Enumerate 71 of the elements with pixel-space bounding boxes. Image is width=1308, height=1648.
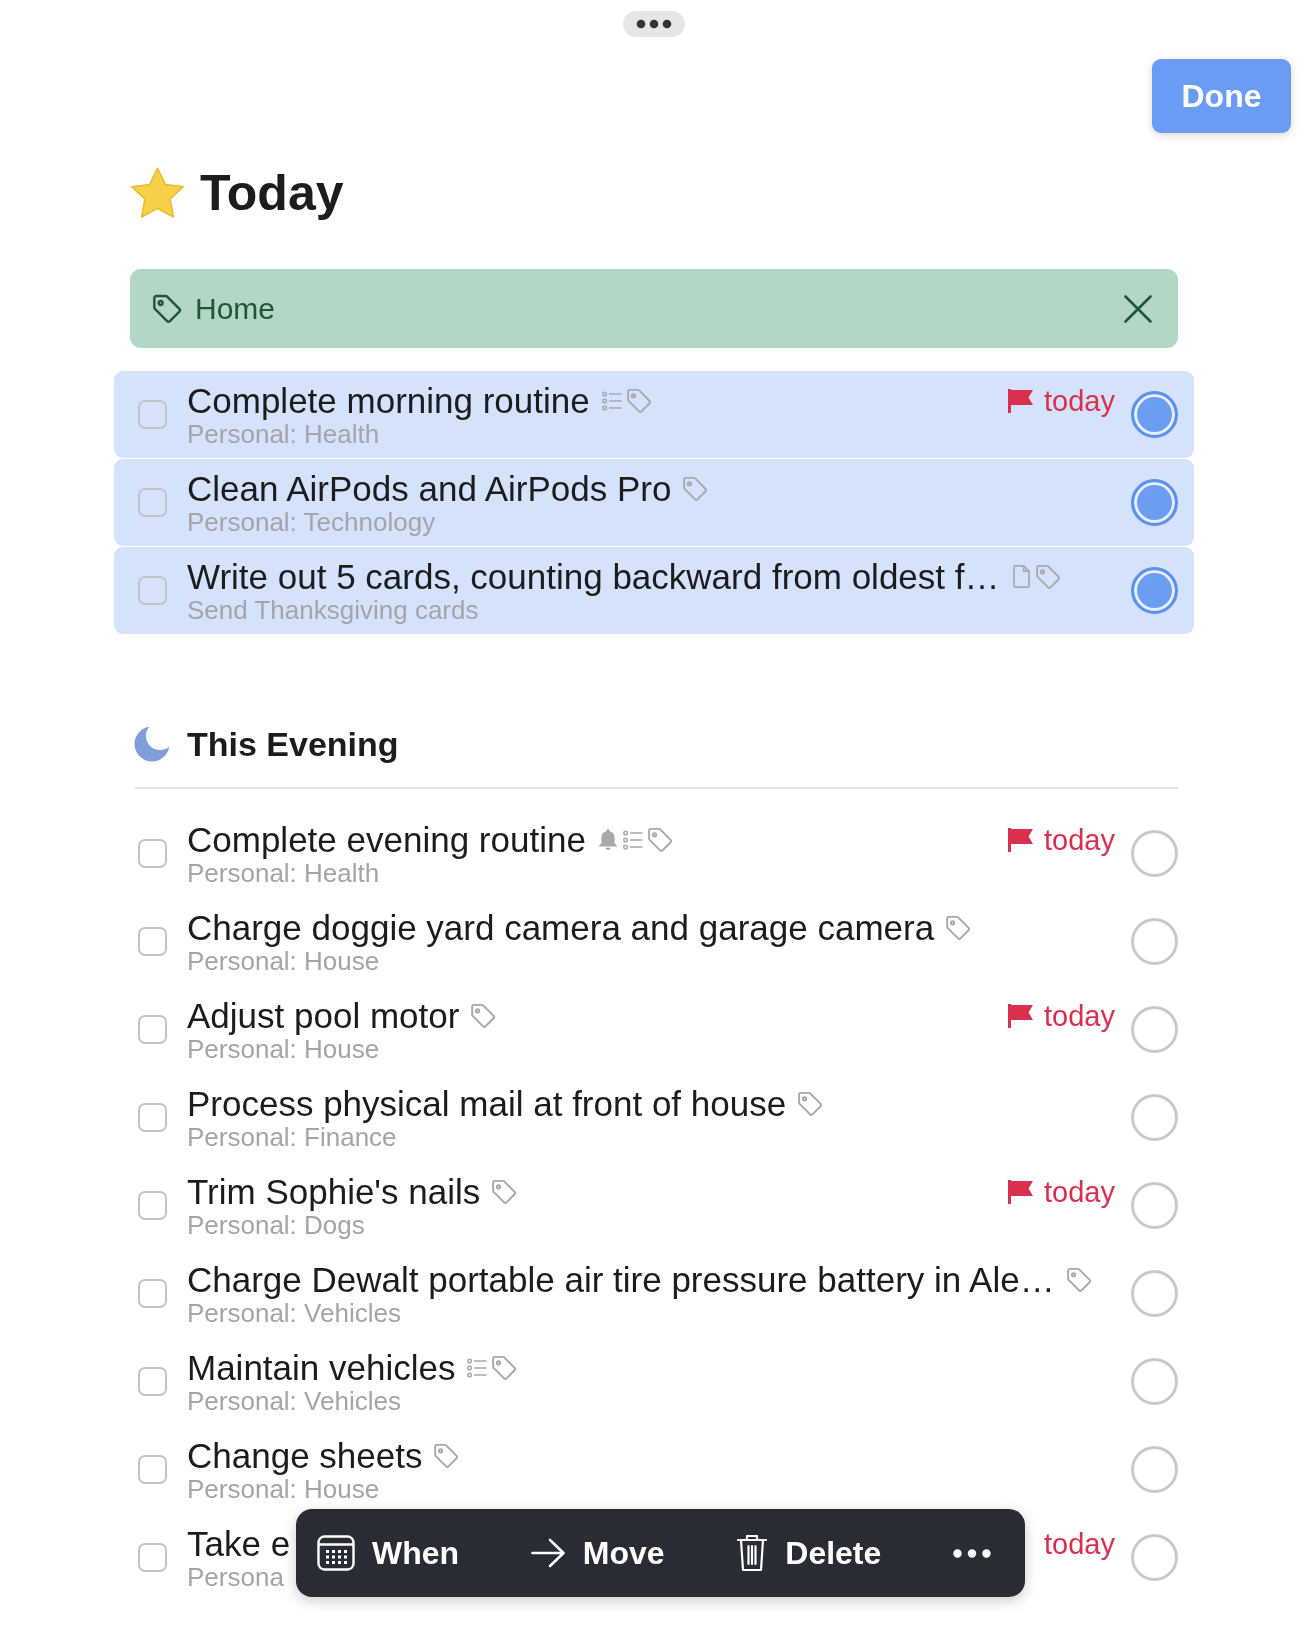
task-subtitle: Personal: Health: [187, 858, 380, 887]
selection-circle[interactable]: [1131, 479, 1178, 526]
checkbox[interactable]: [138, 576, 167, 605]
due-label: today: [1044, 1526, 1115, 1561]
selection-circle[interactable]: [1131, 1358, 1178, 1405]
task-subtitle: Send Thanksgiving cards: [187, 595, 479, 624]
selection-circle[interactable]: [1131, 1534, 1178, 1581]
checkbox[interactable]: [138, 1015, 167, 1044]
section-title: This Evening: [187, 724, 399, 765]
when-button[interactable]: When: [317, 1533, 460, 1573]
selection-circle[interactable]: [1131, 1006, 1178, 1053]
task-title: Charge Dewalt portable air tire pressure battery in Ale…: [187, 1260, 1055, 1299]
due-label: today: [1044, 822, 1115, 857]
task-subtitle: Personal: Vehicles: [187, 1386, 401, 1415]
task-title: Maintain vehicles: [187, 1348, 456, 1387]
selection-circle[interactable]: [1131, 1094, 1178, 1141]
tag-icon: [153, 294, 181, 323]
more-icon[interactable]: [953, 1548, 991, 1558]
selection-circle[interactable]: [1131, 1270, 1178, 1317]
filter-label: Home: [195, 290, 276, 327]
calendar-icon: [317, 1535, 355, 1571]
task-row[interactable]: Complete morning routine today Personal: Health: [114, 371, 1194, 458]
selection-circle[interactable]: [1131, 918, 1178, 965]
checkbox[interactable]: [138, 1455, 167, 1484]
task-title: Change sheets: [187, 1436, 423, 1475]
task-subtitle: Personal: House: [187, 1034, 380, 1063]
task-subtitle: Personal: Vehicles: [187, 1298, 401, 1327]
moon-icon: [134, 726, 170, 762]
checkbox[interactable]: [138, 1103, 167, 1132]
checkbox[interactable]: [138, 927, 167, 956]
task-subtitle: Personal: Health: [187, 419, 380, 448]
selection-circle[interactable]: [1131, 1182, 1178, 1229]
more-icon[interactable]: [623, 11, 685, 37]
checkbox[interactable]: [138, 839, 167, 868]
close-icon[interactable]: [1124, 294, 1152, 323]
task-subtitle: Personal: Finance: [187, 1122, 397, 1151]
move-button[interactable]: Move: [530, 1533, 665, 1573]
task-subtitle: Personal: Technology: [187, 507, 436, 536]
task-title: Adjust pool motor: [187, 996, 460, 1035]
task-subtitle: Personal: House: [187, 946, 380, 975]
selection-circle[interactable]: [1131, 567, 1178, 614]
checkbox[interactable]: [138, 1279, 167, 1308]
star-icon: [130, 167, 185, 219]
task-subtitle: Personal: Dogs: [187, 1210, 365, 1239]
checkbox[interactable]: [138, 400, 167, 429]
due-label: today: [1044, 998, 1115, 1033]
task-subtitle: Persona: [187, 1562, 284, 1591]
task-row[interactable]: Clean AirPods and AirPods Pro Personal: Technology: [114, 459, 1194, 546]
checkbox[interactable]: [138, 1543, 167, 1572]
arrow-right-icon: [530, 1538, 566, 1568]
checkbox[interactable]: [138, 1367, 167, 1396]
page-title: Today: [200, 164, 344, 222]
checkbox[interactable]: [138, 1191, 167, 1220]
checkbox[interactable]: [138, 488, 167, 517]
due-label: today: [1044, 1174, 1115, 1209]
task-title: Clean AirPods and AirPods Pro: [187, 469, 672, 508]
selection-circle[interactable]: [1131, 1446, 1178, 1493]
task-title: Complete morning routine: [187, 381, 590, 420]
task-subtitle: Personal: House: [187, 1474, 380, 1503]
due-label: today: [1044, 383, 1115, 418]
task-title: Complete evening routine: [187, 820, 586, 859]
selection-circle[interactable]: [1131, 830, 1178, 877]
task-row[interactable]: Write out 5 cards, counting backward from oldest f… Send Thanksgiving cards: [114, 547, 1194, 634]
task-title: Write out 5 cards, counting backward from oldest f…: [187, 557, 1000, 596]
task-title: Trim Sophie's nails: [187, 1172, 481, 1211]
selection-circle[interactable]: [1131, 391, 1178, 438]
task-title: Process physical mail at front of house: [187, 1084, 787, 1123]
task-title: Take e: [187, 1524, 291, 1563]
task-title: Charge doggie yard camera and garage camera: [187, 908, 935, 947]
trash-icon: [736, 1533, 769, 1573]
delete-button[interactable]: Delete: [736, 1533, 882, 1573]
